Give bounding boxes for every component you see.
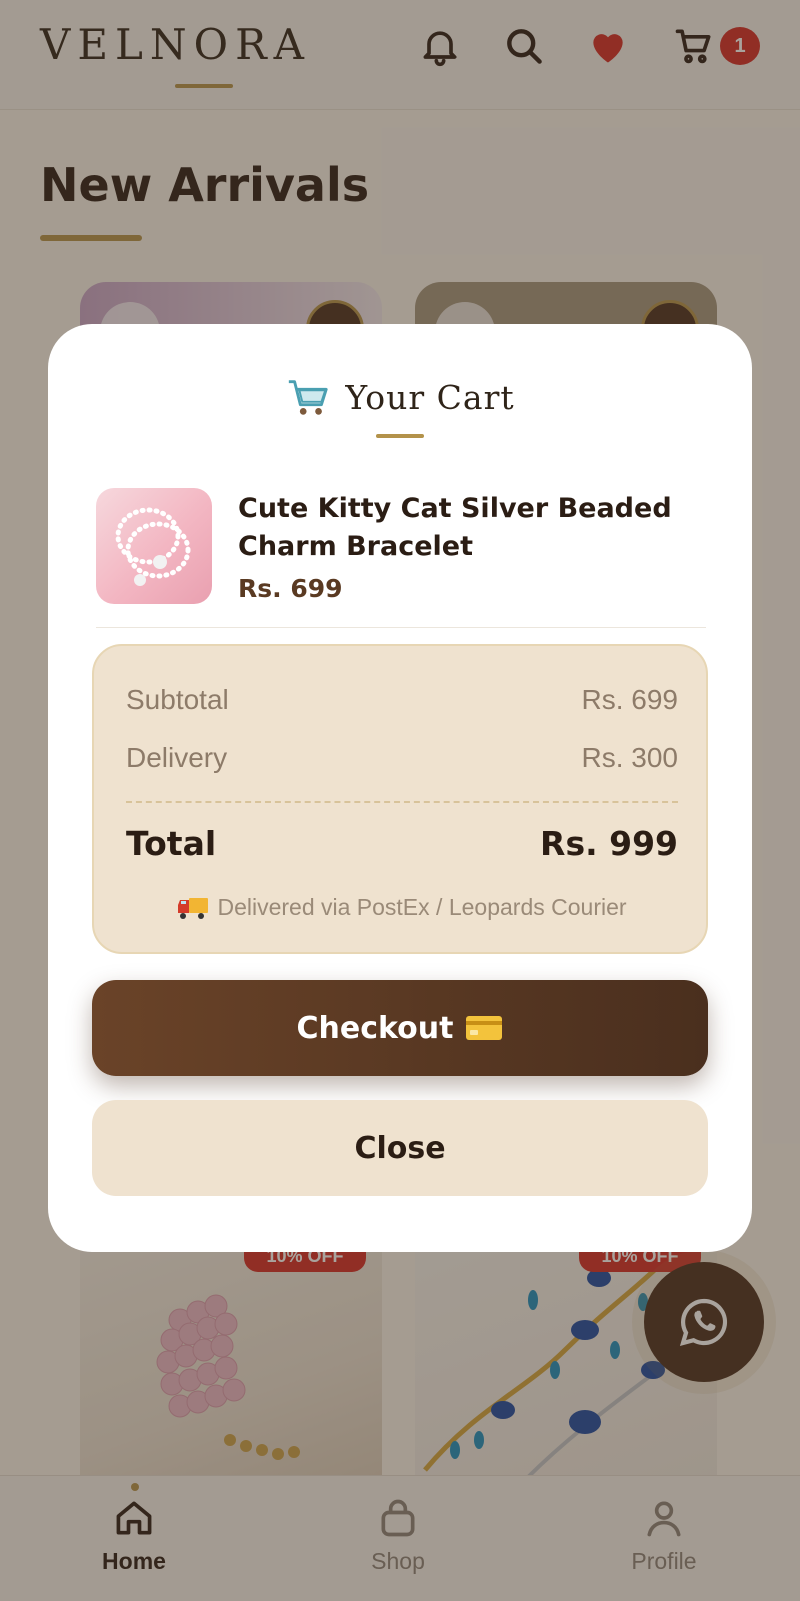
checkout-button[interactable]: Checkout (92, 980, 708, 1076)
modal-header: Your Cart (48, 374, 752, 420)
delivery-truck-icon (178, 897, 209, 919)
close-label: Close (354, 1130, 446, 1166)
total-value: Rs. 999 (540, 824, 678, 863)
total-row: Total Rs. 999 (126, 824, 678, 863)
checkout-label: Checkout (296, 1010, 454, 1046)
total-label: Total (126, 824, 217, 863)
shopping-cart-icon (289, 380, 329, 415)
close-button[interactable]: Close (92, 1100, 708, 1196)
courier-text: Delivered via PostEx / Leopards Courier (217, 894, 627, 920)
subtotal-value: Rs. 699 (581, 684, 679, 715)
delivery-value: Rs. 300 (581, 742, 679, 773)
item-thumbnail (96, 488, 212, 604)
delivery-label: Delivery (126, 742, 228, 773)
item-name: Cute Kitty Cat Silver Beaded Charm Brace… (238, 493, 672, 562)
credit-card-icon (466, 1016, 503, 1040)
courier-note: Delivered via PostEx / Leopards Courier (94, 894, 710, 921)
item-price: Rs. 699 (238, 574, 343, 603)
order-summary: Subtotal Rs. 699 Delivery Rs. 300 Total … (92, 644, 708, 954)
subtotal-label: Subtotal (126, 684, 229, 715)
delivery-row: Delivery Rs. 300 (126, 742, 678, 774)
subtotal-row: Subtotal Rs. 699 (126, 684, 678, 716)
cart-item: Cute Kitty Cat Silver Beaded Charm Brace… (96, 488, 706, 628)
cart-modal: Your Cart Cute Kitty Cat Silver Beaded C… (48, 324, 752, 1252)
title-underline (376, 434, 424, 438)
summary-divider (126, 801, 678, 803)
modal-title: Your Cart (345, 377, 515, 417)
